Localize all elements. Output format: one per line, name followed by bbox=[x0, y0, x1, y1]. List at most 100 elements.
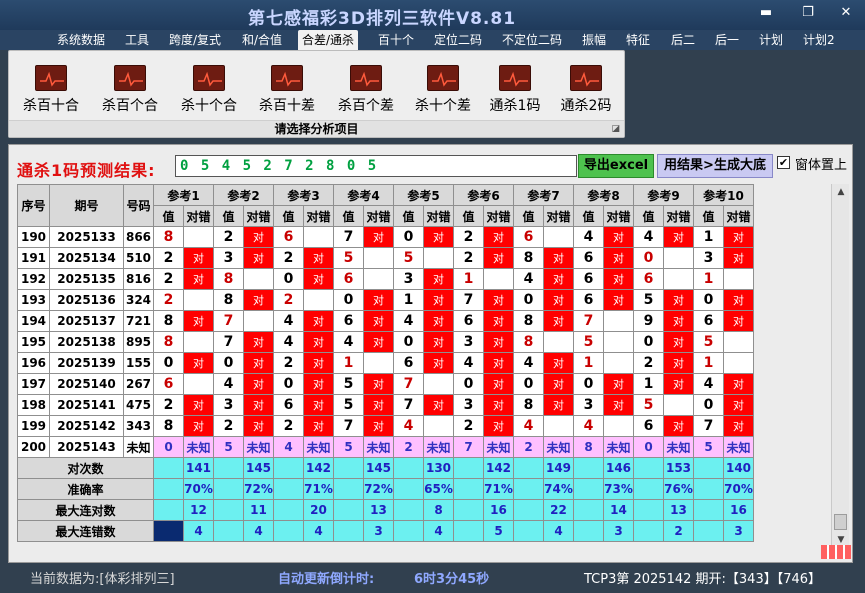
stats-value: 3 bbox=[363, 520, 394, 542]
cell-unknown: 未知 bbox=[243, 436, 274, 458]
export-excel-button[interactable]: 导出excel bbox=[578, 154, 654, 178]
table-row[interactable]: 199 2025142 343 8 对 2 对 2 对 7 对 4 2 对 4 4 6 对 7 对 bbox=[17, 415, 754, 437]
ribbon-kill-bs-sum-button[interactable]: 杀百十合 bbox=[19, 65, 83, 115]
table-row[interactable]: 190 2025133 866 8 2 对 6 7 对 0 对 2 对 6 4 对 4 对 1 对 bbox=[17, 226, 754, 248]
cell-hit-mark: 对 bbox=[423, 226, 454, 248]
table-row[interactable]: 195 2025138 895 8 7 对 4 对 4 对 0 对 3 对 8 5 0 对 5 bbox=[17, 331, 754, 353]
col-header-value: 值 bbox=[573, 205, 604, 227]
generate-base-button[interactable]: 用结果>生成大底 bbox=[657, 154, 773, 178]
stats-value: 146 bbox=[603, 457, 634, 479]
col-header-value: 值 bbox=[153, 205, 184, 227]
ribbon-kill-sg-diff-button[interactable]: 杀十个差 bbox=[411, 65, 475, 115]
stats-spacer bbox=[333, 478, 364, 500]
stats-value: 71% bbox=[483, 478, 514, 500]
table-row[interactable]: 193 2025136 324 2 8 对 2 0 对 1 对 7 对 0 对 6 对 5 对 0 对 bbox=[17, 289, 754, 311]
menu-last-two[interactable]: 后二 bbox=[671, 30, 695, 50]
cell-hit-mark: 对 bbox=[303, 394, 334, 416]
stats-value: 4 bbox=[543, 520, 574, 542]
cell-value: 6 bbox=[693, 310, 724, 332]
cell-value: 0 bbox=[273, 373, 304, 395]
cell-value: 4 bbox=[513, 415, 544, 437]
cell-value: 7 bbox=[693, 415, 724, 437]
stats-value: 74% bbox=[543, 478, 574, 500]
stats-label: 最大连对数 bbox=[17, 499, 154, 521]
stats-value: 3 bbox=[723, 520, 754, 542]
stats-value: 13 bbox=[663, 499, 694, 521]
cell-value: 4 bbox=[693, 373, 724, 395]
table-row[interactable]: 191 2025134 510 2 对 3 对 2 对 5 5 2 对 8 对 6 对 0 3 对 bbox=[17, 247, 754, 269]
cell-value: 0 bbox=[633, 331, 664, 353]
cell-hit-mark: 对 bbox=[303, 247, 334, 269]
minimize-button[interactable]: ▬ bbox=[754, 4, 778, 22]
ribbon-kill-bg-sum-button[interactable]: 杀百个合 bbox=[98, 65, 162, 115]
cell-hit-empty bbox=[183, 289, 214, 311]
cell-value: 1 bbox=[633, 373, 664, 395]
table-row[interactable]: 198 2025141 475 2 对 3 对 6 对 5 对 7 对 3 对 8 对 3 对 5 0 对 bbox=[17, 394, 754, 416]
cell-number: 343 bbox=[123, 415, 154, 437]
cell-value: 1 bbox=[693, 268, 724, 290]
prediction-result-field[interactable]: 0 5 4 5 2 7 2 8 0 5 bbox=[175, 155, 577, 177]
cell-hit-mark: 对 bbox=[303, 331, 334, 353]
cell-hit-empty bbox=[363, 268, 394, 290]
cell-value: 3 bbox=[573, 394, 604, 416]
stats-spacer bbox=[453, 457, 484, 479]
table-row[interactable]: 197 2025140 267 6 4 对 0 对 5 对 7 0 对 0 对 0 对 1 对 4 对 bbox=[17, 373, 754, 395]
status-indicator-icon bbox=[821, 545, 851, 559]
menu-hundreds-tens-units[interactable]: 百十个 bbox=[378, 30, 414, 50]
predict-row[interactable]: 200 2025143 未知 0 未知 5 未知 4 未知 5 未知 2 未知 7 未知 2 未知 8 未知 0 未知 5… bbox=[17, 436, 754, 458]
menu-sum-diff-kill[interactable]: 合差/通杀 bbox=[298, 30, 359, 50]
close-button[interactable]: ✕ bbox=[834, 4, 858, 22]
stats-value: 142 bbox=[303, 457, 334, 479]
menu-last-one[interactable]: 后一 bbox=[715, 30, 739, 50]
menu-span-compound[interactable]: 跨度/复式 bbox=[169, 30, 221, 50]
stats-spacer bbox=[633, 499, 664, 521]
cell-value: 8 bbox=[153, 310, 184, 332]
always-on-top-checkbox[interactable]: ✔ bbox=[777, 156, 790, 169]
cell-value: 5 bbox=[333, 247, 364, 269]
cell-hit-mark: 对 bbox=[483, 310, 514, 332]
cell-hit-mark: 对 bbox=[183, 394, 214, 416]
ribbon-kill-bs-diff-button[interactable]: 杀百十差 bbox=[255, 65, 319, 115]
chart-icon bbox=[271, 65, 303, 91]
menu-system-data[interactable]: 系统数据 bbox=[57, 30, 105, 50]
scroll-up-icon[interactable]: ▲ bbox=[832, 184, 850, 200]
ribbon-kill-2-code-button[interactable]: 通杀2码 bbox=[554, 65, 618, 115]
cell-hit-mark: 对 bbox=[603, 289, 634, 311]
menu-tools[interactable]: 工具 bbox=[125, 30, 149, 50]
stats-value: 13 bbox=[363, 499, 394, 521]
table-row[interactable]: 194 2025137 721 8 对 7 4 对 6 对 4 对 6 对 8 对 7 9 对 6 对 bbox=[17, 310, 754, 332]
scroll-thumb[interactable] bbox=[834, 514, 847, 530]
cell-value: 2 bbox=[633, 352, 664, 374]
stats-value: 14 bbox=[603, 499, 634, 521]
menu-plan2[interactable]: 计划2 bbox=[803, 30, 835, 50]
col-header-ref-8: 参考8 bbox=[573, 184, 634, 206]
cell-value: 7 bbox=[213, 331, 244, 353]
col-header-ref-9: 参考9 bbox=[633, 184, 694, 206]
stats-value: 71% bbox=[303, 478, 334, 500]
cell-hit-mark: 对 bbox=[663, 352, 694, 374]
menu-plan[interactable]: 计划 bbox=[759, 30, 783, 50]
stats-spacer bbox=[273, 457, 304, 479]
cell-value: 5 bbox=[393, 247, 424, 269]
ribbon-kill-1-code-button[interactable]: 通杀1码 bbox=[483, 65, 547, 115]
vertical-scrollbar[interactable]: ▲ ▼ bbox=[831, 184, 849, 550]
menu-features[interactable]: 特征 bbox=[626, 30, 650, 50]
stats-value: 22 bbox=[543, 499, 574, 521]
cell-number: 866 bbox=[123, 226, 154, 248]
stats-row: 最大连对数 12 11 20 13 8 16 22 14 13 16 bbox=[17, 499, 754, 521]
cell-value: 4 bbox=[633, 226, 664, 248]
stats-spacer bbox=[273, 478, 304, 500]
restore-button[interactable]: ❐ bbox=[796, 4, 820, 22]
dialog-launcher-icon[interactable]: ◪ bbox=[611, 124, 620, 134]
cell-value: 0 bbox=[153, 436, 184, 458]
col-header-value: 值 bbox=[333, 205, 364, 227]
menu-amplitude[interactable]: 振幅 bbox=[582, 30, 606, 50]
cell-hit-empty bbox=[303, 226, 334, 248]
menu-fixed-pair[interactable]: 定位二码 bbox=[434, 30, 482, 50]
menu-sum[interactable]: 和/合值 bbox=[242, 30, 282, 50]
table-row[interactable]: 192 2025135 816 2 对 8 0 对 6 3 对 1 4 对 6 对 6 1 bbox=[17, 268, 754, 290]
table-row[interactable]: 196 2025139 155 0 对 0 对 2 对 1 6 对 4 对 4 对 1 2 对 1 bbox=[17, 352, 754, 374]
ribbon-kill-sg-sum-button[interactable]: 杀十个合 bbox=[177, 65, 241, 115]
ribbon-kill-bg-diff-button[interactable]: 杀百个差 bbox=[334, 65, 398, 115]
menu-unfixed-pair[interactable]: 不定位二码 bbox=[502, 30, 562, 50]
